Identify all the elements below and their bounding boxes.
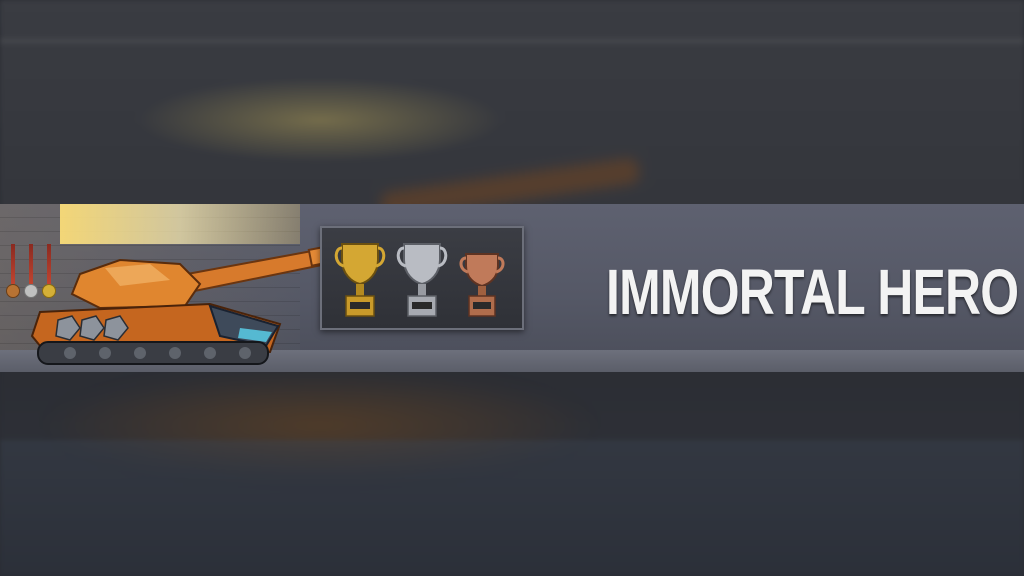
gold-trophy-icon (334, 243, 386, 317)
banner: IMMORTAL HERO (0, 204, 1024, 372)
silver-trophy-icon (396, 243, 448, 317)
tank-icon (30, 241, 358, 365)
banner-title: IMMORTAL HERO (606, 256, 1019, 328)
bronze-trophy-icon (459, 253, 505, 317)
background-floor (0, 440, 1024, 576)
trophy-case (320, 226, 524, 330)
background-wall-line (0, 38, 1024, 44)
